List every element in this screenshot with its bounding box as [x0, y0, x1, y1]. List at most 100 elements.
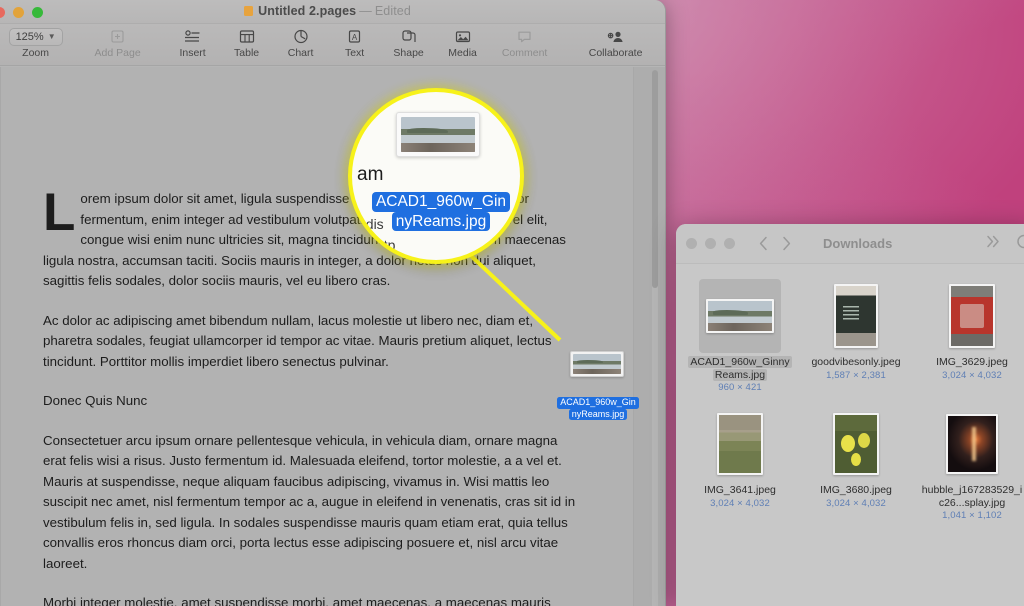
file-thumb-wrap: [931, 407, 1013, 481]
file-thumb-wrap: [815, 279, 897, 353]
file-name-text: goodvibesonly.jpeg: [811, 356, 901, 368]
drag-ghost-thumbnail: [570, 351, 624, 377]
file-name-text: IMG_3641.jpeg: [704, 484, 776, 496]
insert-button[interactable]: Insert: [172, 27, 214, 59]
pages-toolbar[interactable]: w 125% ▼ Zoom Add Page Insert: [0, 24, 665, 66]
magnified-word-fragment: am: [357, 164, 384, 185]
chart-label: Chart: [287, 47, 314, 59]
file-dimensions-label: 1,587 × 2,381: [826, 369, 886, 381]
document-scrollbar[interactable]: [652, 70, 658, 606]
scrollbar-thumb[interactable]: [652, 70, 658, 288]
file-item-img-3641[interactable]: IMG_3641.jpeg 3,024 × 4,032: [682, 407, 798, 521]
table-label: Table: [234, 47, 260, 59]
file-name-label: hubble_j167283529_ic26...splay.jpg: [920, 484, 1024, 509]
chevron-left-icon[interactable]: [759, 236, 768, 251]
drag-filename-line-2: nyReams.jpg: [568, 408, 628, 420]
chart-button[interactable]: Chart: [280, 27, 322, 59]
file-thumb-wrap: [931, 279, 1013, 353]
document-title: Untitled 2.pages: [258, 4, 357, 18]
finder-toolbar-right[interactable]: [986, 224, 1024, 264]
file-name-label: IMG_3629.jpeg: [920, 356, 1024, 369]
comment-icon: [517, 27, 532, 46]
drag-filename-line-1: ACAD1_960w_Gin: [557, 397, 639, 409]
table-icon: [239, 27, 255, 46]
file-name-label: IMG_3641.jpeg: [688, 484, 792, 497]
magnifier-callout: ndis volutp magna ti ciis mauris in inte…: [348, 88, 524, 264]
stop-sign-photo-thumb: [951, 286, 993, 346]
title-separator: —: [359, 4, 372, 18]
file-name-label: ACAD1_960w_GinnyReams.jpg: [688, 356, 792, 381]
finder-file-area[interactable]: ACAD1_960w_GinnyReams.jpg 960 × 421 good…: [676, 265, 1024, 606]
file-item-img-3629[interactable]: IMG_3629.jpeg 3,024 × 4,032: [914, 279, 1024, 393]
file-item-acad1[interactable]: ACAD1_960w_GinnyReams.jpg 960 × 421: [682, 279, 798, 393]
lake-photo-image-magnified: [401, 117, 475, 152]
file-thumbnail: [949, 284, 995, 348]
file-thumb-wrap: [699, 407, 781, 481]
finder-window-controls[interactable]: [686, 238, 735, 249]
collaborate-button[interactable]: Collaborate: [580, 27, 652, 59]
comment-label: Comment: [501, 47, 548, 59]
finder-maximize-button[interactable]: [724, 238, 735, 249]
add-page-button[interactable]: Add Page: [90, 27, 146, 59]
finder-navigation[interactable]: [759, 236, 791, 251]
file-item-goodvibesonly[interactable]: goodvibesonly.jpeg 1,587 × 2,381: [798, 279, 914, 393]
file-thumbnail: [717, 413, 763, 475]
magnified-drag-thumbnail: [396, 112, 480, 157]
finder-icon-grid[interactable]: ACAD1_960w_GinnyReams.jpg 960 × 421 good…: [676, 265, 1024, 521]
table-button[interactable]: Table: [226, 27, 268, 59]
paragraph-4: Morbi integer molestie, amet suspendisse…: [43, 595, 551, 606]
file-name-text: IMG_3629.jpeg: [936, 356, 1008, 368]
file-dimensions-label: 3,024 × 4,032: [942, 369, 1002, 381]
file-name-label: IMG_3680.jpeg: [804, 484, 908, 497]
flower-photo-thumb: [835, 415, 877, 473]
text-button[interactable]: A Text: [334, 27, 376, 59]
shape-icon: [401, 27, 417, 46]
finder-close-button[interactable]: [686, 238, 697, 249]
chart-icon: [293, 27, 309, 46]
bg-line-2: volutp: [358, 237, 396, 253]
document-icon: [244, 6, 254, 16]
chevron-right-icon[interactable]: [782, 236, 791, 251]
collaborate-label: Collaborate: [588, 47, 643, 59]
pages-titlebar[interactable]: Untitled 2.pages — Edited: [0, 0, 665, 24]
finder-toolbar[interactable]: Downloads: [676, 224, 1024, 264]
zoom-select[interactable]: 125% ▼: [8, 27, 63, 46]
text-label: Text: [344, 47, 365, 59]
shape-label: Shape: [393, 47, 424, 59]
paragraph-3: Consectetuer arcu ipsum ornare pellentes…: [43, 432, 576, 571]
text-icon: A: [347, 27, 362, 46]
insert-label: Insert: [179, 47, 206, 59]
field-photo-thumb: [719, 415, 761, 473]
mag-filename-line-1: ACAD1_960w_Gin: [371, 192, 511, 212]
finder-window[interactable]: Downloads ACAD1_960w_GinnyReams.jpg 960 …: [676, 224, 1024, 606]
media-button[interactable]: Media: [442, 27, 484, 59]
comment-button[interactable]: Comment: [496, 27, 554, 59]
double-chevron-right-icon[interactable]: [986, 235, 1001, 253]
add-page-label: Add Page: [94, 47, 141, 59]
insert-icon: [184, 27, 201, 46]
pages-window[interactable]: Untitled 2.pages—Edited w 125% ▼ Zoom Ad…: [0, 0, 666, 606]
zoom-label: Zoom: [22, 47, 50, 59]
file-item-hubble[interactable]: hubble_j167283529_ic26...splay.jpg 1,041…: [914, 407, 1024, 521]
zoom-value: 125%: [15, 30, 44, 43]
circle-icon[interactable]: [1015, 234, 1024, 254]
collaborate-icon: [606, 27, 625, 46]
file-thumb-wrap: [815, 407, 897, 481]
file-name-text: IMG_3680.jpeg: [820, 484, 892, 496]
zoom-control[interactable]: 125% ▼ Zoom: [4, 27, 68, 59]
file-dimensions-label: 3,024 × 4,032: [710, 497, 770, 509]
document-page[interactable]: Lorem ipsum dolor sit amet, ligula suspe…: [0, 67, 634, 606]
hubble-photo-thumb: [948, 416, 996, 472]
magnified-drag-filename: ACAD1_960w_Gin nyReams.jpg: [368, 192, 514, 231]
file-name-text: ACAD1_960w_GinnyReams.jpg: [688, 356, 792, 381]
window-title: Untitled 2.pages — Edited: [0, 4, 665, 18]
media-icon: [455, 27, 471, 46]
file-item-img-3680[interactable]: IMG_3680.jpeg 3,024 × 4,032: [798, 407, 914, 521]
file-thumbnail: [833, 413, 879, 475]
shape-button[interactable]: Shape: [388, 27, 430, 59]
document-canvas[interactable]: Lorem ipsum dolor sit amet, ligula suspe…: [0, 67, 665, 606]
finder-minimize-button[interactable]: [705, 238, 716, 249]
media-label: Media: [448, 47, 477, 59]
file-name-label: goodvibesonly.jpeg: [804, 356, 908, 369]
heading-donec-quis-nunc: Donec Quis Nunc: [43, 393, 148, 408]
